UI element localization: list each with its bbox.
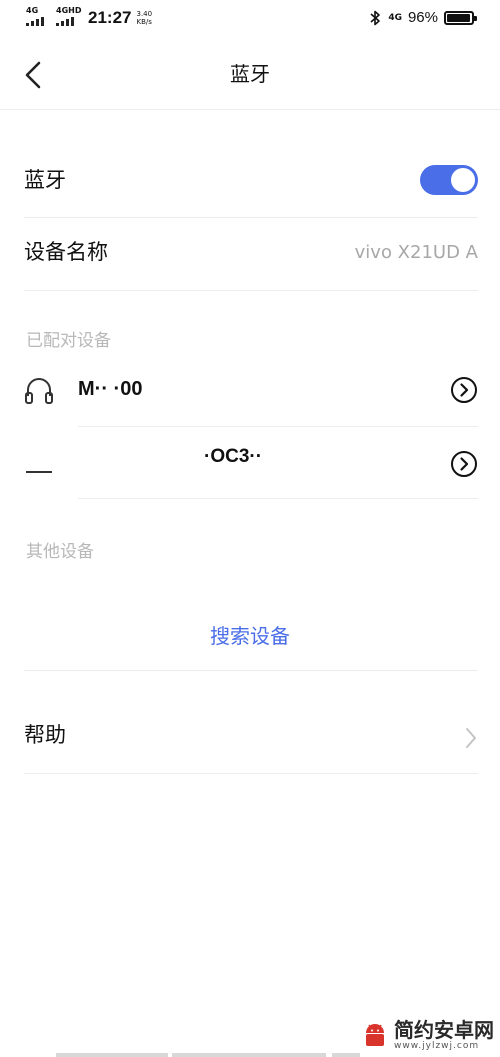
device-info-icon[interactable]: [450, 376, 478, 404]
signal-1: 4G: [26, 7, 50, 27]
divider: [24, 290, 478, 291]
divider: [24, 217, 478, 218]
status-right: 4G 96%: [368, 9, 477, 27]
nav-hint-bar: [56, 1053, 168, 1057]
search-devices-button[interactable]: 搜索设备: [0, 620, 500, 649]
signal-2: 4GHD: [56, 6, 82, 27]
bluetooth-row: 蓝牙: [24, 165, 478, 199]
paired-device-name: ·OC3··: [204, 446, 263, 467]
watermark: 简约安卓网 www.jylzwj.com: [362, 1019, 494, 1051]
nav-hint-bar: [332, 1053, 360, 1057]
toggle-knob: [451, 168, 475, 192]
title-bar: 蓝牙: [0, 38, 500, 110]
network-type: 4G: [388, 12, 402, 23]
paired-devices-header: 已配对设备: [26, 331, 111, 351]
bluetooth-label: 蓝牙: [24, 168, 66, 192]
chevron-right-icon: [466, 728, 476, 748]
android-logo-icon: [366, 1024, 384, 1046]
network-label-2: 4GHD: [56, 6, 82, 15]
paired-device-row[interactable]: M·· ·00: [24, 372, 478, 408]
device-info-icon[interactable]: [450, 450, 478, 478]
device-icon: [26, 471, 52, 473]
paired-device-name: M·· ·00: [78, 378, 143, 400]
clock: 21:27: [88, 8, 132, 27]
bluetooth-toggle[interactable]: [420, 165, 478, 195]
page-title: 蓝牙: [230, 62, 270, 86]
speed-unit: KB/s: [136, 18, 152, 26]
device-name-value: vivo X21UD A: [354, 242, 478, 263]
help-row[interactable]: 帮助: [24, 720, 478, 754]
battery-percent: 96%: [407, 9, 438, 26]
other-devices-header: 其他设备: [26, 542, 94, 562]
nav-hint-bar: [172, 1053, 326, 1057]
network-label-1: 4G: [26, 6, 39, 15]
signal-bars-icon: [56, 17, 74, 26]
divider: [24, 773, 478, 774]
paired-device-row[interactable]: ·OC3··: [24, 446, 478, 482]
divider: [78, 426, 478, 427]
bluetooth-icon: [370, 10, 381, 26]
device-name-label: 设备名称: [24, 240, 108, 264]
help-label: 帮助: [24, 723, 66, 747]
battery-icon: [444, 11, 477, 25]
signal-bars-icon: [26, 17, 44, 26]
status-left: 4G 4GHD 21:27 3.40 KB/s: [26, 7, 152, 29]
network-speed: 3.40 KB/s: [136, 10, 152, 26]
status-bar: 4G 4GHD 21:27 3.40 KB/s 4G 96%: [0, 0, 500, 38]
speed-value: 3.40: [136, 10, 153, 18]
divider: [24, 670, 478, 671]
headphones-icon: [25, 378, 53, 404]
watermark-url: www.jylzwj.com: [394, 1041, 480, 1051]
watermark-title: 简约安卓网: [394, 1018, 494, 1042]
battery-fill: [447, 14, 470, 22]
device-name-row[interactable]: 设备名称 vivo X21UD A: [24, 237, 478, 267]
divider: [78, 498, 478, 499]
